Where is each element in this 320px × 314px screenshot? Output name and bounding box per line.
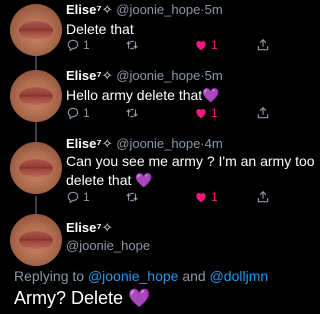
author-handle[interactable]: @joonie_hope — [116, 68, 200, 83]
like-button[interactable]: 1 — [194, 190, 218, 204]
author-name[interactable]: Elise⁷✧ — [66, 2, 113, 17]
share-icon — [257, 106, 269, 119]
retweet-button[interactable] — [124, 38, 140, 52]
author-handle[interactable]: @joonie_hope — [116, 136, 200, 151]
like-button[interactable]: 1 — [194, 38, 218, 52]
like-count: 1 — [211, 38, 218, 52]
like-icon — [196, 193, 206, 203]
like-count: 1 — [211, 190, 218, 204]
tweet-text: Hello army delete that💜 — [66, 87, 220, 103]
avatar[interactable] — [10, 4, 62, 56]
share-icon — [257, 38, 269, 51]
retweet-button[interactable] — [124, 190, 140, 204]
share-icon — [257, 190, 269, 203]
reply-count: 1 — [83, 106, 90, 120]
share-button[interactable] — [256, 106, 270, 120]
timestamp[interactable]: 4m — [205, 136, 223, 151]
reply-icon — [67, 107, 79, 120]
avatar[interactable] — [10, 70, 62, 122]
author-handle[interactable]: @joonie_hope — [66, 238, 150, 253]
retweet-button[interactable] — [124, 106, 140, 120]
like-count: 1 — [211, 106, 218, 120]
tweet[interactable]: Elise⁷✧ @joonie_hope·5m Hello army delet… — [0, 66, 320, 126]
reply-count: 1 — [83, 190, 90, 204]
timestamp[interactable]: 5m — [205, 68, 223, 83]
timestamp[interactable]: 5m — [205, 2, 223, 17]
retweet-icon — [126, 40, 138, 50]
reply-button[interactable]: 1 — [66, 190, 90, 204]
purple-heart-emoji: 💜 — [202, 87, 220, 103]
tweet[interactable]: Elise⁷✧ @joonie_hope·4m Can you see me a… — [0, 134, 320, 214]
tweet[interactable]: Elise⁷✧ @joonie_hope·5m Delete that 1 1 — [0, 0, 320, 60]
mention-link[interactable]: @joonie_hope — [88, 268, 179, 284]
reply-button[interactable]: 1 — [66, 106, 90, 120]
replying-to: Replying to @joonie_hope and @dolljmn — [14, 268, 269, 284]
author-name[interactable]: Elise⁷✧ — [66, 136, 113, 151]
mention-link[interactable]: @dolljmn — [210, 268, 269, 284]
share-button[interactable] — [256, 38, 270, 52]
author-name[interactable]: Elise⁷✧ — [66, 220, 113, 236]
tweet-text: Delete that — [66, 21, 134, 37]
retweet-icon — [126, 108, 138, 118]
main-tweet-text: Army? Delete 💜 — [14, 288, 151, 308]
purple-heart-emoji: 💜 — [128, 288, 151, 308]
reply-icon — [67, 191, 79, 204]
avatar[interactable] — [10, 142, 62, 194]
author-name[interactable]: Elise⁷✧ — [66, 68, 113, 83]
like-icon — [196, 109, 206, 119]
reply-button[interactable]: 1 — [66, 38, 90, 52]
reply-icon — [67, 39, 79, 52]
tweet-text: Can you see me army ? I'm an army too de… — [66, 153, 315, 188]
reply-count: 1 — [83, 38, 90, 52]
share-button[interactable] — [256, 190, 270, 204]
retweet-icon — [126, 192, 138, 202]
author-handle[interactable]: @joonie_hope — [116, 2, 200, 17]
purple-heart-emoji: 💜 — [135, 172, 153, 188]
like-button[interactable]: 1 — [194, 106, 218, 120]
avatar[interactable] — [10, 214, 62, 266]
like-icon — [196, 41, 206, 51]
